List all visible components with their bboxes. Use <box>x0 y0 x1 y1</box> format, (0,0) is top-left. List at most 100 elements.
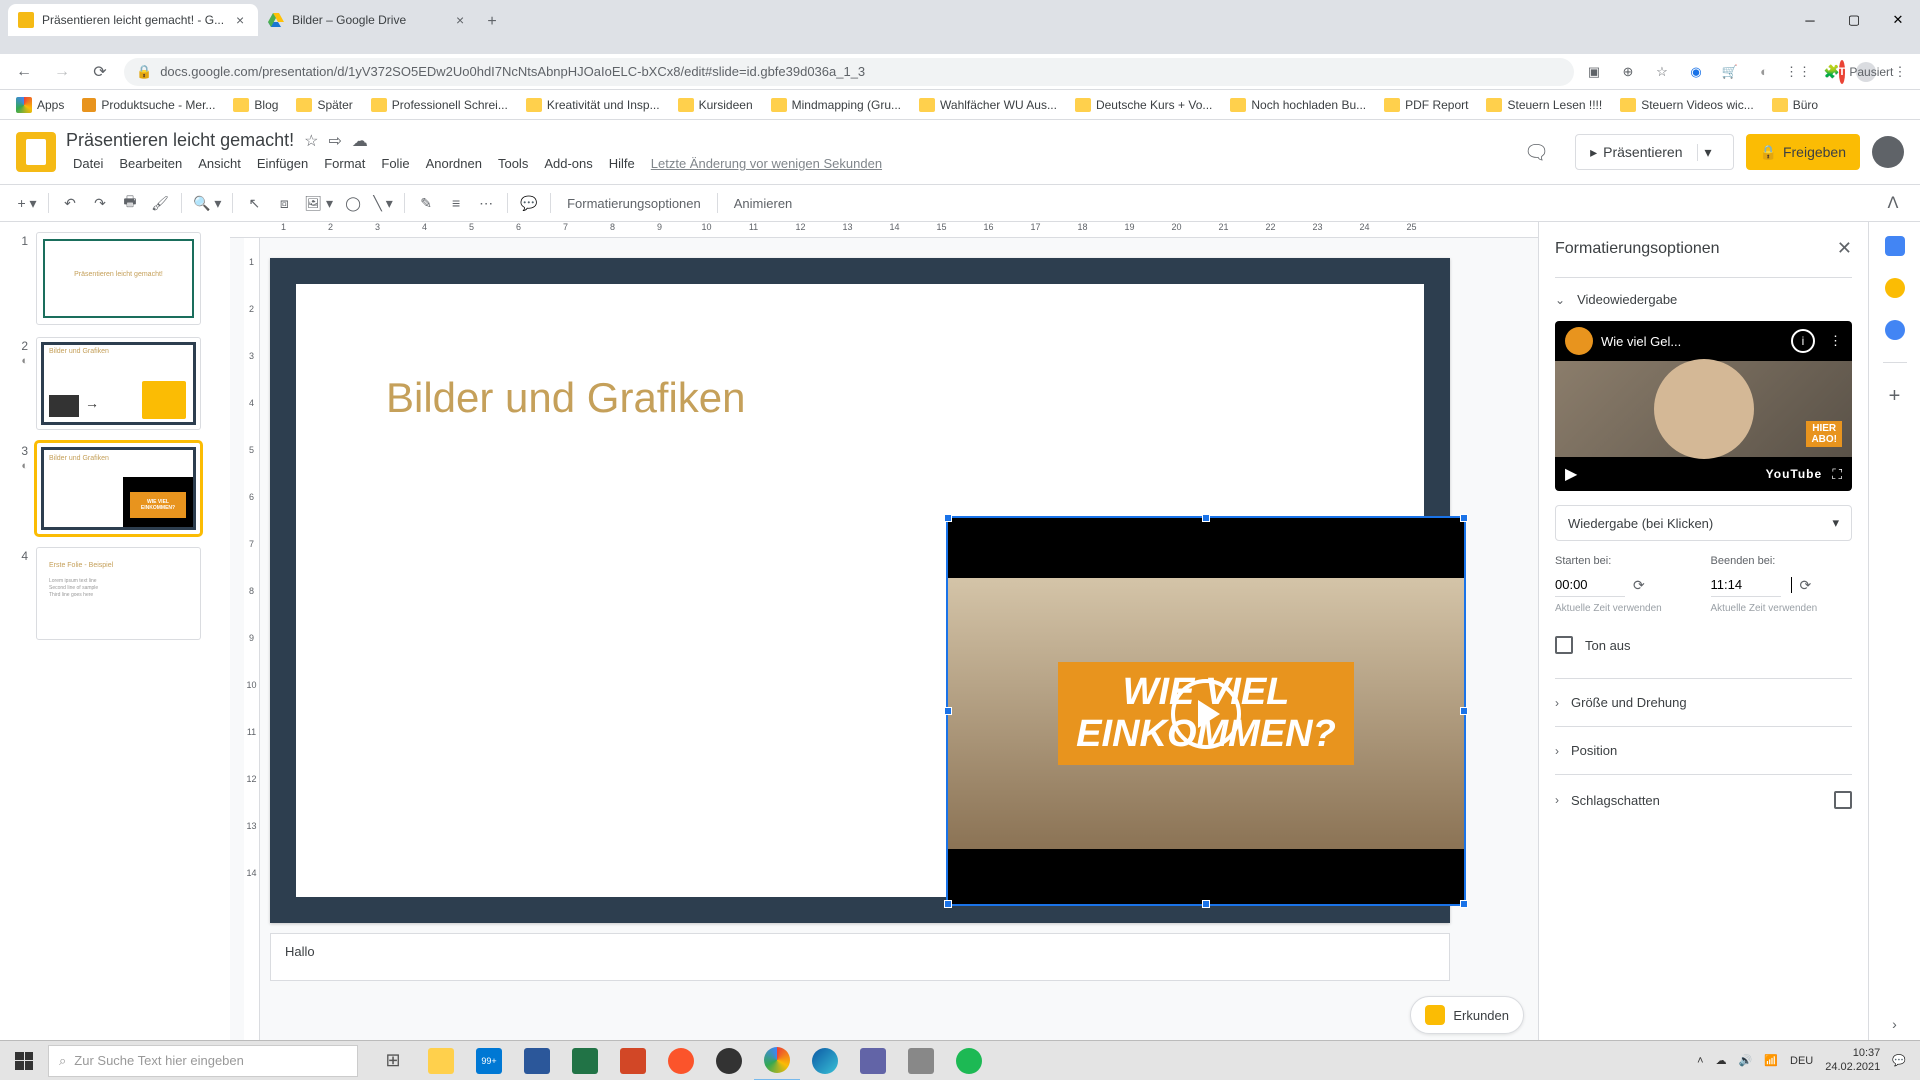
taskbar-app-explorer[interactable] <box>418 1041 464 1080</box>
play-icon[interactable]: ▶ <box>1565 464 1577 484</box>
border-color-button[interactable]: ✎ <box>413 190 439 216</box>
bookmark-item[interactable]: Mindmapping (Gru... <box>765 95 907 115</box>
start-time-input[interactable] <box>1555 573 1625 597</box>
redo-button[interactable]: ↷ <box>87 190 113 216</box>
resize-handle[interactable] <box>944 707 952 715</box>
resize-handle[interactable] <box>1460 900 1468 908</box>
add-addon-button[interactable]: + <box>1889 385 1901 408</box>
menu-file[interactable]: Datei <box>66 153 110 174</box>
use-current-time-link[interactable]: Aktuelle Zeit verwenden <box>1711 603 1853 614</box>
browser-tab-2[interactable]: Bilder – Google Drive × <box>258 4 478 36</box>
reload-button[interactable]: ⟳ <box>86 58 114 86</box>
bookmark-item[interactable]: Später <box>290 95 358 115</box>
bookmark-item[interactable]: Steuern Lesen !!!! <box>1480 95 1608 115</box>
notifications-icon[interactable]: 💬 <box>1892 1054 1906 1067</box>
slides-logo[interactable] <box>16 132 56 172</box>
bookmark-item[interactable]: Büro <box>1766 95 1824 115</box>
account-avatar[interactable] <box>1872 136 1904 168</box>
bookmark-item[interactable]: Steuern Videos wic... <box>1614 95 1760 115</box>
section-size-rotation[interactable]: ›Größe und Drehung <box>1555 678 1852 726</box>
star-icon[interactable]: ☆ <box>1652 62 1672 82</box>
print-button[interactable]: 🖶 <box>117 190 143 216</box>
taskbar-app-chrome[interactable] <box>754 1041 800 1080</box>
address-bar[interactable]: 🔒 docs.google.com/presentation/d/1yV372S… <box>124 58 1574 86</box>
tray-cloud-icon[interactable]: ☁ <box>1716 1054 1727 1067</box>
border-weight-button[interactable]: ≡ <box>443 190 469 216</box>
share-button[interactable]: 🔒 Freigeben <box>1746 134 1860 170</box>
resize-handle[interactable] <box>1202 900 1210 908</box>
present-dropdown[interactable]: ▾ <box>1697 144 1719 161</box>
refresh-icon[interactable]: ⟳ <box>1633 577 1645 594</box>
more-icon[interactable]: ⋮ <box>1829 333 1842 349</box>
new-slide-button[interactable]: + ▾ <box>14 190 40 216</box>
taskbar-app-word[interactable] <box>514 1041 560 1080</box>
extension-icon[interactable]: ◐ <box>1754 62 1774 82</box>
cloud-status-icon[interactable]: ☁ <box>352 131 368 151</box>
apps-button[interactable]: Apps <box>10 94 70 116</box>
video-preview[interactable]: Wie viel Gel... i ⋮ HIERABO! ▶ YouTube ⛶ <box>1555 321 1852 491</box>
menu-view[interactable]: Ansicht <box>191 153 248 174</box>
start-button[interactable] <box>0 1041 48 1080</box>
textbox-tool[interactable]: ⧈ <box>271 190 297 216</box>
extension-icon[interactable]: ◉ <box>1686 62 1706 82</box>
taskbar-app-brave[interactable] <box>658 1041 704 1080</box>
tray-chevron-icon[interactable]: ˄ <box>1697 1055 1703 1067</box>
menu-addons[interactable]: Add-ons <box>537 153 599 174</box>
bookmark-item[interactable]: Professionell Schrei... <box>365 95 514 115</box>
task-view-button[interactable]: ⊞ <box>370 1041 416 1080</box>
hide-rail-button[interactable]: › <box>1892 1016 1897 1032</box>
section-drop-shadow[interactable]: ›Schlagschatten <box>1555 774 1852 825</box>
taskbar-app-spotify[interactable] <box>946 1041 992 1080</box>
document-title[interactable]: Präsentieren leicht gemacht! <box>66 130 294 151</box>
info-icon[interactable]: i <box>1791 329 1815 353</box>
taskbar-search[interactable]: ⌕ Zur Suche Text hier eingeben <box>48 1045 358 1077</box>
comment-button[interactable]: 💬 <box>516 190 542 216</box>
speaker-notes[interactable]: Hallo <box>270 933 1450 981</box>
resize-handle[interactable] <box>1460 707 1468 715</box>
menu-insert[interactable]: Einfügen <box>250 153 315 174</box>
animate-button[interactable]: Animieren <box>726 196 801 211</box>
maximize-button[interactable]: ▢ <box>1832 4 1876 36</box>
forward-button[interactable]: → <box>48 58 76 86</box>
taskbar-app-edge[interactable] <box>802 1041 848 1080</box>
mute-checkbox[interactable] <box>1555 636 1573 654</box>
taskbar-app-powerpoint[interactable] <box>610 1041 656 1080</box>
paint-format-button[interactable]: 🖌 <box>147 190 173 216</box>
move-icon[interactable]: ⇨ <box>328 131 341 151</box>
slide-thumbnail-3[interactable]: Bilder und Grafiken WIE VIELEINKOMMEN? <box>36 442 201 535</box>
taskbar-app-excel[interactable] <box>562 1041 608 1080</box>
section-video-playback[interactable]: ⌄ Videowiedergabe <box>1555 292 1852 307</box>
slide-thumbnail-4[interactable]: Erste Folie - Beispiel Lorem ipsum text … <box>36 547 201 640</box>
close-icon[interactable]: × <box>232 12 248 28</box>
close-window-button[interactable]: ✕ <box>1876 4 1920 36</box>
border-dash-button[interactable]: ⋯ <box>473 190 499 216</box>
slide-thumbnail-2[interactable]: Bilder und Grafiken → <box>36 337 201 430</box>
close-icon[interactable]: × <box>452 12 468 28</box>
bookmark-item[interactable]: PDF Report <box>1378 95 1474 115</box>
back-button[interactable]: ← <box>10 58 38 86</box>
chrome-menu-button[interactable]: ⋮ <box>1890 62 1910 82</box>
taskbar-app-mail[interactable]: 99+ <box>466 1041 512 1080</box>
menu-tools[interactable]: Tools <box>491 153 535 174</box>
explore-button[interactable]: Erkunden <box>1410 996 1524 1034</box>
image-tool[interactable]: 🖼 ▾ <box>301 190 336 216</box>
format-options-button[interactable]: Formatierungsoptionen <box>559 196 709 211</box>
resize-handle[interactable] <box>944 514 952 522</box>
camera-icon[interactable]: ▣ <box>1584 62 1604 82</box>
shadow-checkbox[interactable] <box>1834 791 1852 809</box>
tray-wifi-icon[interactable]: 📶 <box>1764 1054 1778 1067</box>
resize-handle[interactable] <box>1202 514 1210 522</box>
star-icon[interactable]: ☆ <box>304 131 318 151</box>
line-tool[interactable]: ╲ ▾ <box>370 190 396 216</box>
menu-arrange[interactable]: Anordnen <box>419 153 489 174</box>
slide-thumbnail-1[interactable]: Präsentieren leicht gemacht! <box>36 232 201 325</box>
collapse-toolbar-button[interactable]: ᐱ <box>1880 190 1906 216</box>
section-position[interactable]: ›Position <box>1555 726 1852 774</box>
bookmark-item[interactable]: Produktsuche - Mer... <box>76 95 221 115</box>
extension-icon[interactable]: ⋮⋮ <box>1788 62 1808 82</box>
taskbar-app[interactable] <box>850 1041 896 1080</box>
end-time-input[interactable] <box>1711 573 1781 597</box>
bookmark-item[interactable]: Deutsche Kurs + Vo... <box>1069 95 1218 115</box>
tray-language[interactable]: DEU <box>1790 1055 1813 1067</box>
shape-tool[interactable]: ◯ <box>340 190 366 216</box>
